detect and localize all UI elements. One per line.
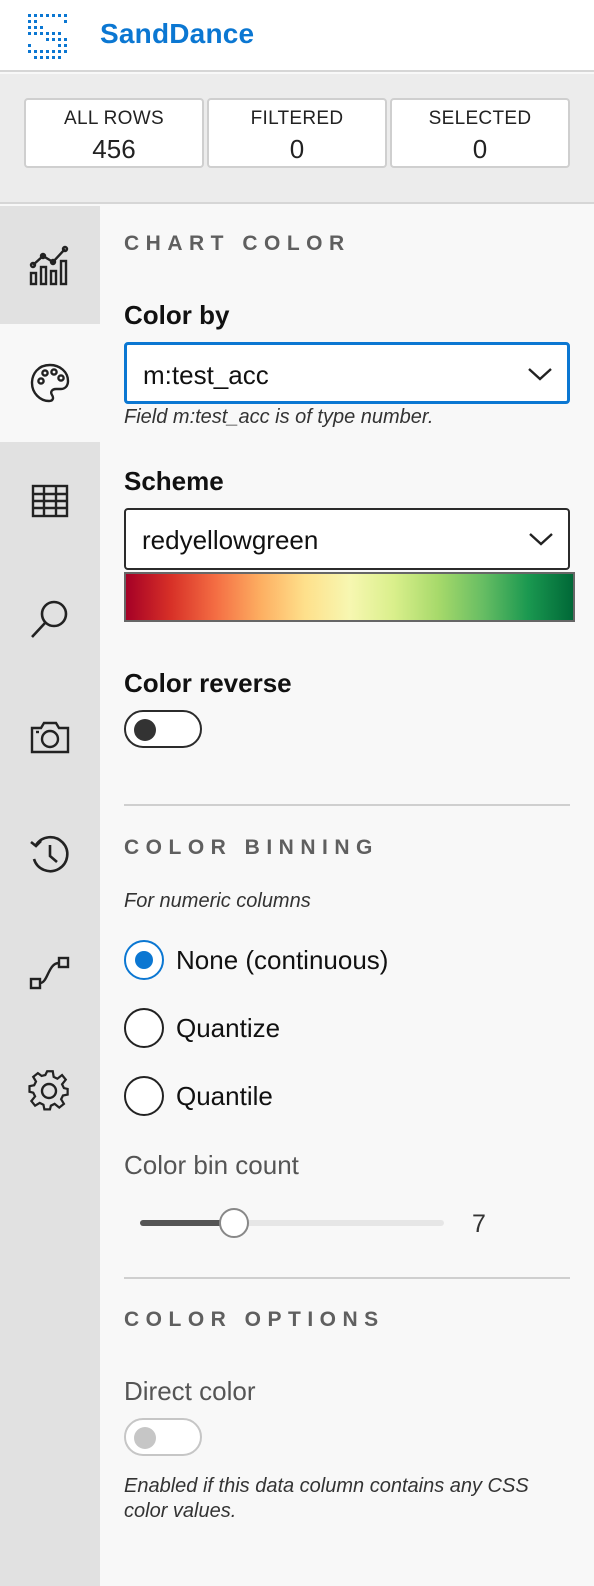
brand-name: SandDance bbox=[100, 18, 255, 49]
all-rows-counter[interactable]: ALL ROWS 456 bbox=[24, 98, 204, 168]
radio-circle bbox=[124, 1008, 164, 1048]
sidebar-item-chart[interactable] bbox=[0, 206, 100, 324]
transition-icon bbox=[29, 956, 70, 990]
camera-icon bbox=[30, 721, 70, 754]
gear-icon bbox=[28, 1070, 69, 1111]
counter-value: 0 bbox=[472, 134, 488, 164]
color-by-value: m:test_acc bbox=[143, 360, 269, 390]
radio-circle bbox=[124, 1076, 164, 1116]
radio-circle bbox=[124, 940, 164, 980]
chevron-down-icon bbox=[529, 533, 553, 546]
color-by-dropdown[interactable]: m:test_acc bbox=[124, 342, 570, 404]
sidebar-item-search[interactable] bbox=[0, 560, 100, 678]
section-title-color-binning: COLOR BINNING bbox=[124, 836, 379, 859]
direct-color-label: Direct color bbox=[124, 1376, 256, 1406]
color-bin-count-label: Color bin count bbox=[124, 1150, 299, 1180]
radio-quantize[interactable]: Quantize bbox=[124, 1008, 324, 1050]
search-icon bbox=[31, 600, 68, 638]
sanddance-logo-icon bbox=[28, 14, 67, 59]
counter-label: FILTERED bbox=[250, 108, 344, 129]
direct-color-note: Enabled if this data column contains any… bbox=[124, 1475, 529, 1522]
chart-icon bbox=[29, 245, 69, 286]
counter-value: 456 bbox=[92, 134, 136, 164]
sidebar bbox=[0, 206, 100, 1586]
radio-label: Quantize bbox=[176, 1013, 281, 1043]
direct-color-toggle[interactable] bbox=[124, 1418, 202, 1456]
sidebar-item-transition[interactable] bbox=[0, 914, 100, 1032]
counter-value: 0 bbox=[289, 134, 305, 164]
palette-icon bbox=[30, 363, 70, 403]
section-title-chart-color: CHART COLOR bbox=[124, 232, 351, 255]
counter-label: ALL ROWS bbox=[64, 108, 164, 129]
scheme-dropdown[interactable]: redyellowgreen bbox=[124, 508, 570, 570]
sidebar-item-data[interactable] bbox=[0, 442, 100, 560]
color-binning-note: For numeric columns bbox=[124, 890, 311, 912]
app-header: SandDance bbox=[0, 0, 594, 72]
color-bin-count-value: 7 bbox=[472, 1210, 486, 1238]
scheme-gradient-preview bbox=[124, 572, 575, 622]
row-counters: ALL ROWS 456 FILTERED 0 SELECTED 0 bbox=[0, 74, 594, 204]
color-panel: CHART COLOR Color by m:test_acc Field m:… bbox=[100, 206, 594, 1586]
divider bbox=[124, 1277, 570, 1279]
radio-none-continuous[interactable]: None (continuous) bbox=[124, 940, 424, 982]
table-icon bbox=[31, 484, 69, 518]
divider bbox=[124, 804, 570, 806]
radio-label: None (continuous) bbox=[176, 945, 389, 975]
scheme-value: redyellowgreen bbox=[142, 525, 319, 555]
section-title-color-options: COLOR OPTIONS bbox=[124, 1308, 385, 1331]
history-icon bbox=[30, 835, 69, 873]
sidebar-item-settings[interactable] bbox=[0, 1032, 100, 1150]
color-by-label: Color by bbox=[124, 300, 230, 330]
color-bin-count-slider[interactable] bbox=[140, 1208, 444, 1238]
sidebar-item-snapshots[interactable] bbox=[0, 678, 100, 796]
radio-quantile[interactable]: Quantile bbox=[124, 1076, 324, 1118]
radio-label: Quantile bbox=[176, 1081, 273, 1111]
selected-counter[interactable]: SELECTED 0 bbox=[390, 98, 570, 168]
counter-label: SELECTED bbox=[428, 108, 532, 129]
color-reverse-label: Color reverse bbox=[124, 668, 292, 698]
sidebar-item-color[interactable] bbox=[0, 324, 100, 442]
toggle-knob bbox=[134, 1427, 156, 1449]
filtered-counter[interactable]: FILTERED 0 bbox=[207, 98, 387, 168]
color-by-type-note: Field m:test_acc is of type number. bbox=[124, 406, 434, 428]
toggle-knob bbox=[134, 719, 156, 741]
chevron-down-icon bbox=[528, 368, 552, 381]
scheme-label: Scheme bbox=[124, 466, 224, 496]
color-reverse-toggle[interactable] bbox=[124, 710, 202, 748]
sidebar-item-history[interactable] bbox=[0, 796, 100, 914]
slider-thumb[interactable] bbox=[219, 1208, 250, 1238]
